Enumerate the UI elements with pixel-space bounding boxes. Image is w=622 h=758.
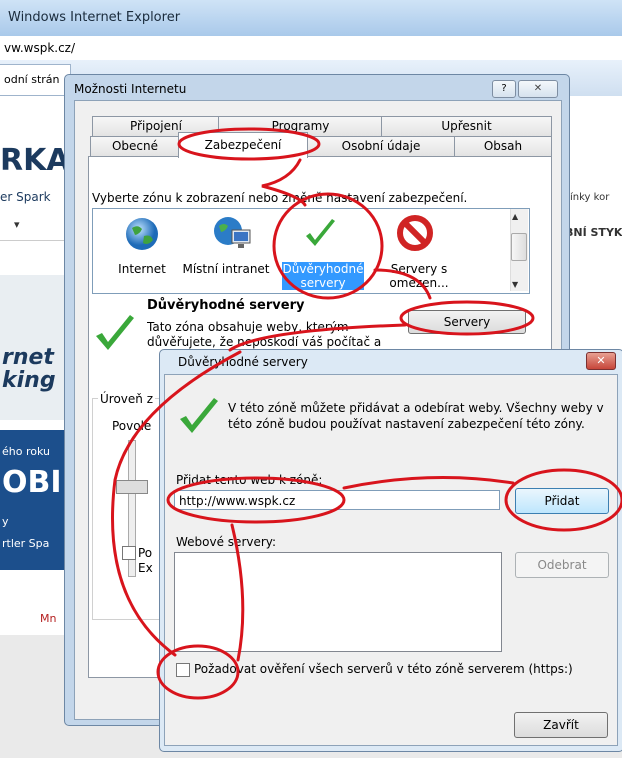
right-panel-links[interactable]: ínky kor [570,192,609,203]
add-site-label: Přidat tento web k zóně: [176,473,323,487]
right-panel-heading: BNÍ STYK [565,226,622,239]
protected-mode-label-2: Ex [138,561,153,575]
tab-general[interactable]: Obecné [90,136,180,156]
websites-list[interactable] [174,552,502,652]
close-button[interactable]: ✕ [518,80,558,98]
address-bar[interactable] [0,36,622,61]
help-button[interactable]: ? [492,80,516,98]
browser-tab-label: odní strán [4,73,60,86]
checkmark-icon [180,398,218,433]
banner-text-2: OBI [2,465,62,500]
promo-text-2: king [2,368,56,393]
banner-text-1: ého roku [2,445,50,458]
scroll-down-icon[interactable]: ▼ [512,280,518,289]
intranet-icon[interactable] [212,214,252,252]
zone-trusted-label[interactable]: Důvěryhodné servery [282,262,364,290]
zone-internet-label[interactable]: Internet [112,262,172,276]
scroll-up-icon[interactable]: ▲ [512,212,518,221]
site-logo-sub: er Spark [0,190,51,204]
websites-list-label: Webové servery: [176,535,277,549]
trusted-sites-close-button[interactable]: Zavřít [514,712,608,738]
trusted-sites-info: V této zóně můžete přidávat a odebírat w… [228,401,604,431]
scroll-thumb[interactable] [511,233,527,261]
security-level-label: Úroveň z [98,392,155,406]
remove-site-button[interactable]: Odebrat [515,552,609,578]
protected-mode-checkbox[interactable] [122,546,136,560]
more-link[interactable]: Mn [40,612,56,625]
nav-dropdown[interactable] [0,210,68,241]
zone-title: Důvěryhodné servery [147,298,305,313]
banner-text-3: y [2,515,9,528]
tab-security[interactable]: Zabezpečení [178,132,308,158]
globe-icon[interactable] [124,216,160,252]
banner-text-4: rtler Spa [2,537,50,550]
trusted-check-icon [96,315,134,350]
allowed-levels-label: Povole [112,419,152,433]
zone-restricted-label[interactable]: Servery s omezen... [378,262,460,290]
security-slider-thumb[interactable] [116,480,148,494]
ie-window-title: Windows Internet Explorer [8,10,181,25]
servers-button[interactable]: Servery [408,310,526,334]
add-site-input[interactable]: http://www.wspk.cz [174,490,500,510]
require-https-label: Požadovat ověření všech serverů v této z… [194,662,573,676]
require-https-checkbox[interactable] [176,663,190,677]
add-site-button[interactable]: Přidat [515,488,609,514]
checkmark-icon[interactable] [302,216,338,252]
protected-mode-label-1: Po [138,546,153,560]
tab-privacy[interactable]: Osobní údaje [306,136,456,156]
trusted-sites-close-icon[interactable]: ✕ [586,352,616,370]
promo-text-1: rnet [2,345,54,370]
tab-advanced[interactable]: Upřesnit [381,116,552,136]
prohibited-icon[interactable] [396,214,434,252]
site-logo[interactable]: RKA [0,143,70,178]
chevron-down-icon: ▾ [14,218,20,231]
zone-intranet-label[interactable]: Místní intranet [178,262,274,276]
dialog-title: Možnosti Internetu [74,82,187,96]
trusted-sites-title: Důvěryhodné servery [178,355,308,369]
zone-caption: Vyberte zónu k zobrazení nebo změně nast… [92,191,468,205]
tab-content[interactable]: Obsah [454,136,552,156]
right-panel [568,180,622,350]
address-text: vw.wspk.cz/ [4,41,76,55]
